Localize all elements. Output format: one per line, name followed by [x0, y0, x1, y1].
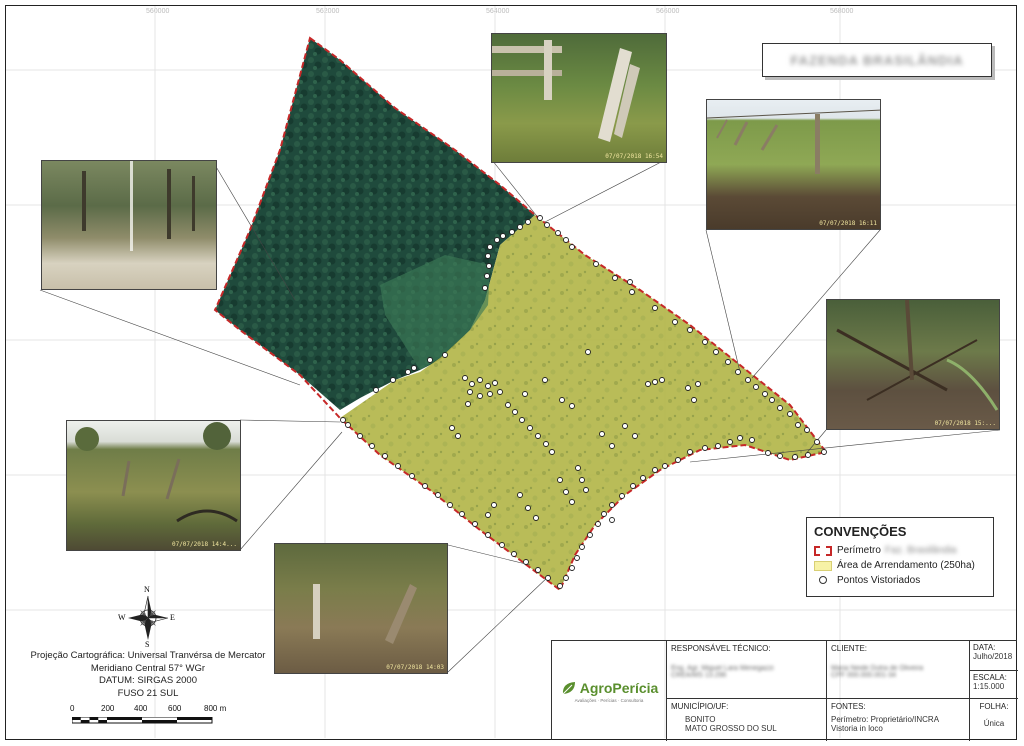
cliente-label: CLIENTE:: [831, 644, 868, 653]
photo-timestamp: 07/07/2018 16:54: [605, 153, 663, 160]
legend-perimeter-name: Faz. Brasilândia: [884, 545, 957, 556]
data-cell: DATA: Julho/2018: [970, 641, 1018, 671]
municipio-state: MATO GROSSO DO SUL: [685, 724, 777, 733]
fontes-label: FONTES:: [831, 702, 866, 711]
datum-line: DATUM: SIRGAS 2000: [98, 675, 198, 686]
compass-rose: N S W E: [118, 585, 178, 649]
folha-cell: FOLHA: Única: [970, 699, 1018, 741]
logo-cell: AgroPerícia Avaliações · Perícias · Cons…: [552, 641, 667, 741]
legend-area-label: Área de Arrendamento (250ha): [837, 560, 975, 571]
point-symbol: [814, 575, 832, 586]
fuso-line: FUSO 21 SUL: [117, 687, 179, 699]
escala-cell: ESCALA: 1:15.000: [970, 671, 1018, 699]
photo-inset-fallen-branches[interactable]: 07/07/2018 15:...: [826, 299, 1000, 430]
perimeter-symbol: [814, 545, 832, 556]
area-symbol: [814, 560, 832, 571]
scale-bar: [72, 717, 213, 724]
municipio-cell: MUNICÍPIO/UF: BONITO MATO GROSSO DO SUL: [667, 699, 827, 741]
photo-timestamp: 07/07/2018 15:...: [934, 420, 996, 427]
compass-east: E: [170, 613, 175, 622]
fontes-cell: FONTES: Perímetro: Proprietário/INCRA Vi…: [827, 699, 970, 741]
scale-label: 600: [168, 704, 182, 713]
municipio-city: BONITO: [685, 715, 716, 724]
company-tagline: Avaliações · Perícias · Consultoria: [574, 698, 644, 703]
responsavel-cell: RESPONSÁVEL TÉCNICO: Eng. Agr. Miguel La…: [667, 641, 827, 699]
legend-points: Pontos Vistoriados: [814, 573, 986, 588]
compass-west: W: [118, 613, 126, 622]
projection-line: Projeção Cartográfica: Universal Tranvér…: [30, 650, 266, 661]
responsavel-label: RESPONSÁVEL TÉCNICO:: [671, 644, 771, 653]
escala-label: ESCALA:: [973, 673, 1007, 682]
projection-info: Projeção Cartográfica: Universal Tranvér…: [20, 650, 276, 700]
scale-label: 800 m: [204, 704, 227, 713]
escala-value: 1:15.000: [973, 682, 1005, 691]
municipio-label: MUNICÍPIO/UF:: [671, 702, 729, 711]
legend-perimeter-label: Perímetro: [837, 545, 881, 556]
cliente-cpf: CPF 000.000.001-34: [831, 672, 896, 679]
map-sheet: 560000 562000 564000 566000 568000 FAZEN…: [0, 0, 1024, 746]
meridian-line: Meridiano Central 57° WGr: [90, 662, 206, 674]
photo-inset-pasture[interactable]: 07/07/2018 14:4...: [66, 420, 241, 551]
legend: CONVENÇÕES Perímetro Faz. Brasilândia Ár…: [806, 517, 994, 597]
title-block: AgroPerícia Avaliações · Perícias · Cons…: [551, 640, 1018, 741]
compass-south: S: [145, 640, 150, 649]
compass-north: N: [144, 585, 150, 594]
company-logo: AgroPerícia: [579, 680, 659, 696]
scale-label: 0: [70, 704, 75, 713]
folha-value: Única: [983, 719, 1005, 728]
photo-inset-fence-line[interactable]: 07/07/2018 16:11: [706, 99, 881, 230]
fontes-perimetro: Perímetro: Proprietário/INCRA: [831, 715, 940, 724]
folha-label: FOLHA:: [979, 702, 1009, 711]
responsavel-name: Eng. Agr. Miguel Lara Menegazzi: [671, 665, 774, 672]
photo-timestamp: 07/07/2018 16:11: [819, 220, 877, 227]
map-title-box: FAZENDA BRASILÂNDIA: [762, 43, 992, 77]
legend-area: Área de Arrendamento (250ha): [814, 558, 986, 573]
data-label: DATA:: [973, 643, 996, 652]
photo-timestamp: 07/07/2018 14:4...: [171, 541, 237, 548]
photo-inset-post[interactable]: 07/07/2018 14:03: [274, 543, 448, 674]
scale-label: 400: [134, 704, 148, 713]
legend-title: CONVENÇÕES: [814, 524, 907, 539]
data-value: Julho/2018: [973, 652, 1013, 661]
legend-points-label: Pontos Vistoriados: [837, 575, 921, 586]
fontes-vistoria: Vistoria in loco: [831, 724, 883, 733]
photo-inset-woodland[interactable]: [41, 160, 217, 290]
photo-inset-fence[interactable]: 07/07/2018 16:54: [491, 33, 667, 163]
cliente-cell: CLIENTE: Maria Neide Dutra de Oliveira C…: [827, 641, 970, 699]
cliente-name: Maria Neide Dutra de Oliveira: [831, 665, 924, 672]
photo-timestamp: 07/07/2018 14:03: [386, 664, 444, 671]
responsavel-crea: CREA/MS 13.296: [671, 672, 727, 679]
leaf-logo-icon: [562, 682, 575, 695]
legend-perimeter: Perímetro Faz. Brasilândia: [814, 543, 986, 558]
map-title: FAZENDA BRASILÂNDIA: [790, 52, 964, 68]
scale-label: 200: [101, 704, 115, 713]
